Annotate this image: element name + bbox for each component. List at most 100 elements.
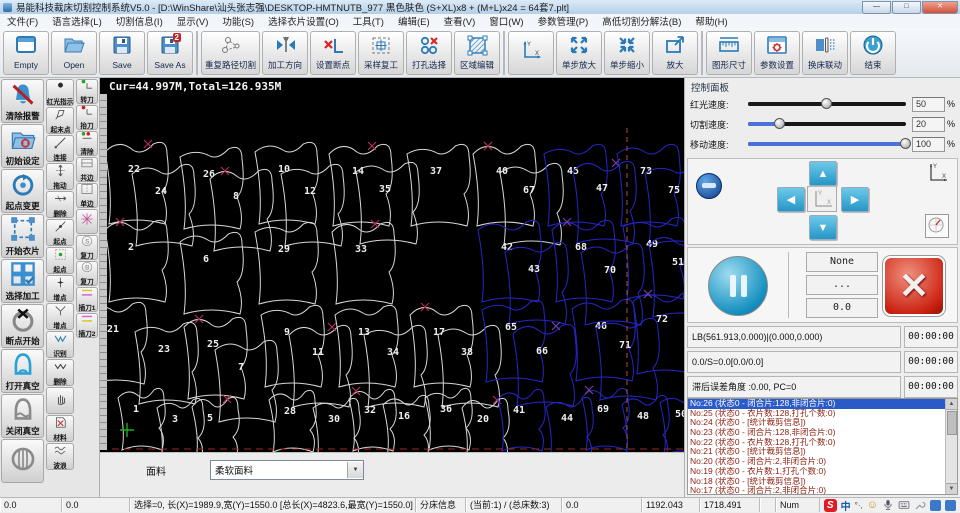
log-row[interactable]: No:26 (状态0 - 闭合片:128,非闭合片:0) [688,399,946,409]
sidebar-col3-复刀[interactable]: S复刀 [76,235,98,260]
toolbox-icon[interactable] [914,499,926,511]
sidebar-col3-复刀[interactable]: B复刀 [76,261,98,286]
pattern-piece[interactable] [180,232,243,314]
toolbar-button-Open[interactable]: Open [51,31,97,75]
toolbar-button-Save[interactable]: Save [99,31,145,75]
emoji-icon[interactable]: ☺ [867,499,878,511]
sidebar-col2-识别[interactable]: 识别 [46,331,74,358]
panel-blue-1-icon[interactable] [930,500,941,511]
sidebar-col2-材料[interactable]: 材料 [46,415,74,442]
sidebar-col3-单边[interactable]: 单边 [76,183,98,208]
slider-thumb[interactable] [821,98,832,109]
pattern-piece[interactable] [482,300,545,382]
toolbar-button-设置断点[interactable]: 设置断点 [310,31,356,75]
log-row[interactable]: No:21 (状态0 - [统计裁剪信息]) [688,447,946,457]
sidebar-col1-打开真空[interactable]: 打开真空 [1,349,44,393]
jog-up-button[interactable]: ▲ [809,161,837,186]
fabric-select[interactable]: 柔软面料 ▼ [210,460,364,480]
sidebar-col1-起点变更[interactable]: 起点变更 [1,169,44,213]
sidebar-col2-起末点[interactable]: 起末点 [46,107,74,134]
sidebar-col1-关闭真空[interactable]: 关闭真空 [1,394,44,438]
toolbar-button-打孔选择[interactable]: 打孔选择 [406,31,452,75]
pattern-piece[interactable] [313,398,360,452]
menu-item-窗口(W)[interactable]: 窗口(W) [482,14,530,28]
jog-left-button[interactable]: ◀ [777,187,805,212]
log-list[interactable]: No:26 (状态0 - 闭合片:128,非闭合片:0)No:25 (状态0 -… [687,398,958,495]
pattern-piece[interactable] [255,142,318,224]
slider-thumb[interactable] [774,118,785,129]
punctuation-icon[interactable]: °·, [855,499,863,511]
microphone-icon[interactable] [882,499,894,511]
menu-item-功能(S)[interactable]: 功能(S) [215,14,261,28]
sidebar-col3-插刀1[interactable]: 插刀1 [76,287,98,312]
toolbar-button-加工方向[interactable]: 加工方向 [262,31,308,75]
close-button[interactable]: ✕ [922,1,958,14]
sidebar-col3-插刀2[interactable]: 插刀2 [76,313,98,338]
sidebar-col3-清除[interactable]: 清除 [76,131,98,156]
toolbar-button-采样复工[interactable]: 采样复工 [358,31,404,75]
sidebar-col2-增点[interactable]: 增点 [46,303,74,330]
stop-button[interactable]: ✕ [883,256,945,316]
panel-blue-2-icon[interactable] [945,500,956,511]
pattern-piece[interactable] [184,317,247,399]
slider-track-2[interactable] [748,142,906,146]
log-row[interactable]: No:23 (状态0 - 闭合片:128,非闭合片:0) [688,428,946,438]
jog-down-button[interactable]: ▼ [809,215,837,240]
toolbar-button-axes[interactable]: YX [508,31,554,75]
sidebar-col3-抬刀[interactable]: 抬刀 [76,105,98,130]
pattern-piece[interactable] [500,163,563,245]
sidebar-col2-hand[interactable] [46,387,74,414]
log-row[interactable]: No:24 (状态0 - [统计裁剪信息]) [688,418,946,428]
pattern-piece[interactable] [660,393,684,452]
menu-item-帮助(H)[interactable]: 帮助(H) [688,14,734,28]
sidebar-col2-增点[interactable]: 增点 [46,275,74,302]
pattern-piece[interactable] [105,220,168,302]
toolbar-button-换床联动[interactable]: 换床联动 [802,31,848,75]
log-row[interactable]: No:20 (状态0 - 闭合片:2,非闭合片:0) [688,457,946,467]
scroll-up-icon[interactable]: ▲ [946,399,957,410]
sidebar-col1-初始设定[interactable]: 初始设定 [1,124,44,168]
slider-track-1[interactable] [748,122,906,126]
compass-icon[interactable] [925,214,949,238]
menu-item-参数管理(P)[interactable]: 参数管理(P) [531,14,596,28]
sidebar-col1-清除报警[interactable]: 清除报警 [1,79,44,123]
sidebar-col1-vac2[interactable] [1,439,44,483]
menu-item-显示(V)[interactable]: 显示(V) [170,14,216,28]
pattern-piece[interactable] [118,388,165,450]
menu-item-切割信息(I)[interactable]: 切割信息(I) [109,14,170,28]
sidebar-col2-起点[interactable]: 起点 [46,219,74,246]
toolbar-button-图形尺寸[interactable]: 图形尺寸 [706,31,752,75]
toolbar-button-单步缩小[interactable]: 单步缩小 [604,31,650,75]
menu-item-选择衣片设置(O)[interactable]: 选择衣片设置(O) [261,14,346,28]
sidebar-col2-删除[interactable]: 删除 [46,359,74,386]
pattern-piece[interactable] [505,242,568,324]
maximize-button[interactable]: □ [892,1,921,14]
pattern-canvas[interactable]: 2224268101214353740674547737526293342436… [100,78,684,452]
toolbar-button-放大[interactable]: 放大 [652,31,698,75]
keyboard-icon[interactable] [898,499,910,511]
log-row[interactable]: No:25 (状态0 - 衣片数:128,打孔个数:0) [688,409,946,419]
sidebar-col3-flower[interactable] [76,209,98,234]
sidebar-col3-共边[interactable]: 共边 [76,157,98,182]
menu-item-查看(V)[interactable]: 查看(V) [437,14,483,28]
scroll-down-icon[interactable]: ▼ [946,483,957,494]
pattern-piece[interactable] [438,325,501,407]
menu-item-工具(T)[interactable]: 工具(T) [346,14,391,28]
pause-button[interactable] [708,256,768,316]
pattern-piece[interactable] [332,222,395,304]
toolbar-button-结束[interactable]: 结束 [850,31,896,75]
pattern-piece[interactable] [255,222,318,304]
jog-right-button[interactable]: ▶ [841,187,869,212]
sidebar-col1-开始衣片[interactable]: 开始衣片 [1,214,44,258]
sidebar-col2-波浪[interactable]: 波浪 [46,443,74,470]
pattern-piece[interactable] [269,390,316,452]
toolbar-button-Empty[interactable]: Empty [3,31,49,75]
pattern-canvas-svg[interactable]: 2224268101214353740674547737526293342436… [100,78,684,452]
jog-badge-icon[interactable] [696,173,722,199]
sidebar-col2-删除[interactable]: 删除 [46,191,74,218]
pattern-piece[interactable] [192,397,239,452]
minimize-button[interactable]: — [862,1,891,14]
menu-item-文件(F)[interactable]: 文件(F) [0,14,45,28]
log-row[interactable]: No:18 (状态0 - [统计裁剪信息]) [688,477,946,487]
sidebar-col2-连接[interactable]: 连接 [46,135,74,162]
